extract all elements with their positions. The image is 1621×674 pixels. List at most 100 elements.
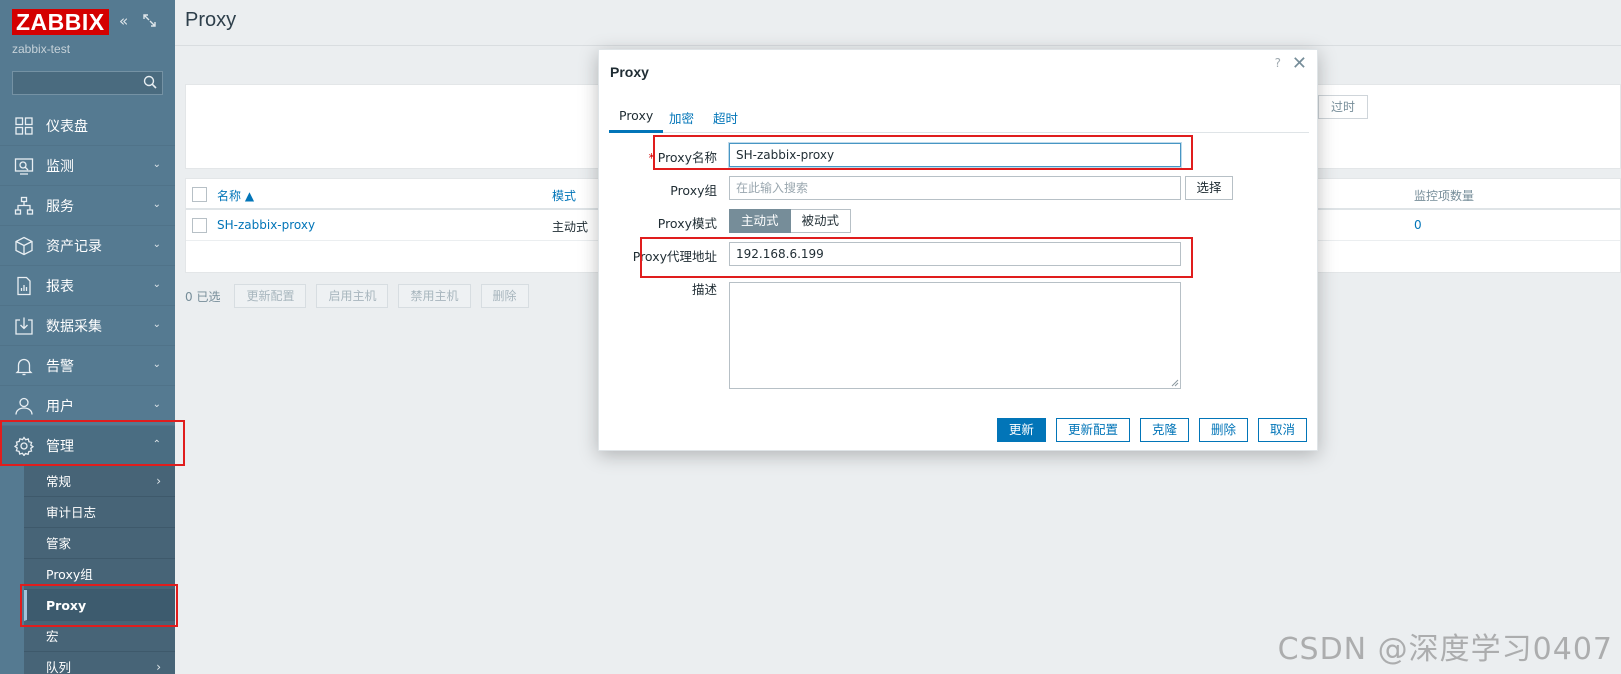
proxy-address-label: Proxy代理地址 <box>632 249 717 264</box>
user-icon <box>15 397 33 415</box>
menu-item-label: 监测 <box>46 158 74 175</box>
chevron-down-icon: ⌄ <box>152 279 161 290</box>
sidebar: ZABBIX « zabbix-test 仪表盘 监测 ⌄ 服务 ⌄ 资产记录 … <box>0 0 175 674</box>
menu-item-label: 服务 <box>46 198 74 215</box>
required-asterisk: * <box>648 150 655 165</box>
gear-icon <box>14 436 34 456</box>
administration-submenu: 常规 › 审计日志 管家 Proxy组 Proxy 宏 队列 › <box>24 466 175 674</box>
refresh-config-button[interactable]: 更新配置 <box>234 284 307 308</box>
resize-grip-icon[interactable] <box>1171 379 1179 387</box>
chevron-down-icon: ⌄ <box>152 199 161 210</box>
menu-item-label: 数据采集 <box>46 318 102 335</box>
submenu-item-label: Proxy <box>46 598 87 613</box>
close-icon[interactable]: ✕ <box>1292 53 1307 74</box>
collapse-sidebar-icon[interactable]: « <box>119 12 128 30</box>
submenu-item-macros[interactable]: 宏 <box>24 621 175 652</box>
menu-item-data-collection[interactable]: 数据采集 ⌄ <box>0 306 175 346</box>
chevron-right-icon: › <box>156 660 161 674</box>
menu-item-alerts[interactable]: 告警 ⌄ <box>0 346 175 386</box>
filter-obsolete-button[interactable]: 过时 <box>1318 95 1368 119</box>
column-header-items-count: 监控项数量 <box>1414 189 1475 203</box>
tab-encryption[interactable]: 加密 <box>669 108 694 127</box>
bell-icon <box>15 358 33 376</box>
menu-item-users[interactable]: 用户 ⌄ <box>0 386 175 426</box>
submenu-item-housekeeping[interactable]: 管家 <box>24 528 175 559</box>
selected-count: 0 已选 <box>185 289 221 304</box>
services-icon <box>14 196 34 215</box>
submenu-item-audit-log[interactable]: 审计日志 <box>24 497 175 528</box>
proxy-group-label: Proxy组 <box>670 183 717 198</box>
menu-item-dashboard[interactable]: 仪表盘 <box>0 106 175 146</box>
main-menu: 仪表盘 监测 ⌄ 服务 ⌄ 资产记录 ⌄ 报表 ⌄ 数据采集 ⌄ 告警 ⌄ 用户… <box>0 106 175 674</box>
menu-item-label: 告警 <box>46 358 74 375</box>
mass-action-bar: 0 已选 更新配置 启用主机 禁用主机 删除 <box>185 284 529 308</box>
kiosk-mode-icon[interactable] <box>143 12 156 30</box>
select-all-checkbox[interactable] <box>192 187 207 202</box>
clone-button[interactable]: 克隆 <box>1139 418 1189 442</box>
monitoring-icon <box>14 158 34 175</box>
proxy-name-input[interactable]: SH-zabbix-proxy <box>729 143 1181 167</box>
disable-hosts-button[interactable]: 禁用主机 <box>398 284 471 308</box>
inventory-icon <box>15 236 33 256</box>
mode-active-option[interactable]: 主动式 <box>729 209 791 233</box>
refresh-config-dialog-button[interactable]: 更新配置 <box>1055 418 1130 442</box>
proxy-group-input[interactable]: 在此输入搜索 <box>729 176 1181 200</box>
proxy-name-label: * Proxy名称 <box>649 147 718 166</box>
menu-item-label: 用户 <box>46 398 74 415</box>
page-header: Proxy <box>175 0 1621 46</box>
delete-button[interactable]: 删除 <box>480 284 529 308</box>
watermark: CSDN @深度学习0407 <box>1277 632 1613 667</box>
proxy-name-link[interactable]: SH-zabbix-proxy <box>217 218 315 232</box>
dialog-footer: 更新 更新配置 克隆 删除 取消 <box>996 418 1307 442</box>
proxy-edit-dialog: Proxy ? ✕ Proxy 加密 超时 * Proxy名称 SH-zabbix… <box>598 49 1318 451</box>
mode-passive-option[interactable]: 被动式 <box>790 209 852 233</box>
column-header-name[interactable]: 名称 ▲ <box>217 187 254 204</box>
submenu-item-general[interactable]: 常规 › <box>24 466 175 497</box>
chevron-up-icon: ⌃ <box>152 439 161 450</box>
proxy-mode-cell: 主动式 <box>552 220 589 234</box>
proxy-mode-label: Proxy模式 <box>657 216 717 231</box>
menu-item-label: 管理 <box>46 438 74 455</box>
proxy-group-select-button[interactable]: 选择 <box>1185 176 1233 200</box>
submenu-item-label: 队列 <box>46 660 72 674</box>
tab-timeouts[interactable]: 超时 <box>713 108 738 127</box>
proxy-name-label-text: Proxy名称 <box>657 150 717 165</box>
sidebar-search-input[interactable] <box>12 71 163 95</box>
reports-icon <box>17 276 31 296</box>
proxy-address-input[interactable]: 192.168.6.199 <box>729 242 1181 266</box>
chevron-down-icon: ⌄ <box>152 239 161 250</box>
submenu-item-queue[interactable]: 队列 › <box>24 652 175 674</box>
menu-item-administration[interactable]: 管理 ⌃ <box>0 426 175 466</box>
submenu-item-proxy-groups[interactable]: Proxy组 <box>24 559 175 590</box>
submenu-item-proxy[interactable]: Proxy <box>24 590 175 621</box>
chevron-down-icon: ⌄ <box>152 159 161 170</box>
chevron-right-icon: › <box>156 474 161 488</box>
chevron-down-icon: ⌄ <box>152 359 161 370</box>
enable-hosts-button[interactable]: 启用主机 <box>316 284 389 308</box>
menu-item-monitoring[interactable]: 监测 ⌄ <box>0 146 175 186</box>
menu-item-services[interactable]: 服务 ⌄ <box>0 186 175 226</box>
menu-item-label: 资产记录 <box>46 238 102 255</box>
description-textarea[interactable] <box>729 282 1181 389</box>
data-collection-icon <box>15 317 33 335</box>
search-icon[interactable] <box>143 75 157 89</box>
tab-proxy[interactable]: Proxy <box>609 108 664 133</box>
zabbix-logo[interactable]: ZABBIX <box>12 9 109 35</box>
delete-dialog-button[interactable]: 删除 <box>1198 418 1248 442</box>
submenu-item-label: 宏 <box>46 629 59 644</box>
help-icon[interactable]: ? <box>1275 56 1281 70</box>
update-button[interactable]: 更新 <box>996 418 1046 442</box>
server-name: zabbix-test <box>12 42 71 56</box>
items-count-cell[interactable]: 0 <box>1414 218 1422 232</box>
submenu-item-label: 审计日志 <box>46 505 97 520</box>
menu-item-inventory[interactable]: 资产记录 ⌄ <box>0 226 175 266</box>
page-title: Proxy <box>185 9 237 31</box>
submenu-item-label: Proxy组 <box>46 567 93 582</box>
column-header-mode[interactable]: 模式 <box>552 187 576 204</box>
cancel-button[interactable]: 取消 <box>1257 418 1307 442</box>
dashboard-icon <box>15 117 33 135</box>
menu-item-reports[interactable]: 报表 ⌄ <box>0 266 175 306</box>
row-checkbox[interactable] <box>192 218 207 233</box>
menu-item-label: 报表 <box>46 278 74 295</box>
menu-item-label: 仪表盘 <box>46 118 88 135</box>
